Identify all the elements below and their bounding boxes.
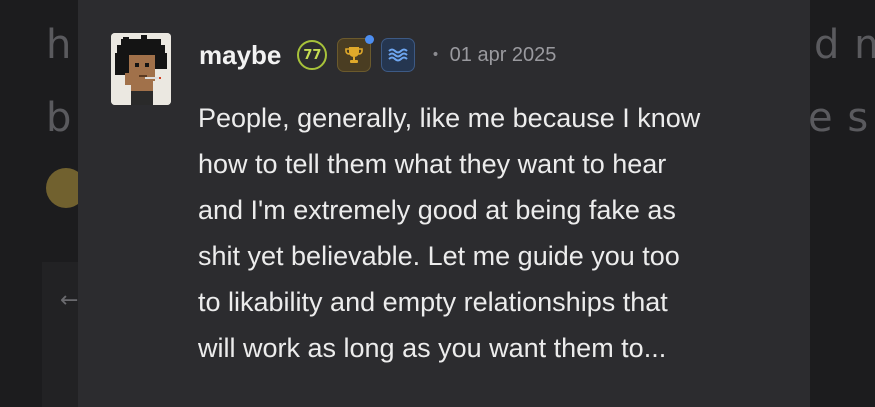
background-text: b — [46, 95, 73, 141]
comment-text-line: People, generally, like me because I kno… — [198, 103, 701, 133]
notification-dot — [365, 35, 375, 44]
avatar[interactable] — [111, 33, 171, 105]
background-text: h — [46, 22, 73, 68]
comment-text-line: will work as long as you want them to... — [198, 333, 667, 363]
separator-dot: • — [431, 47, 440, 63]
pixel-avatar-icon — [111, 33, 171, 105]
background-text: e s — [808, 95, 870, 141]
waves-icon — [388, 48, 409, 62]
screen: h b d m e s ← maybe 77 • 01 apr 2025 Peo… — [0, 0, 875, 407]
username[interactable]: maybe — [199, 40, 281, 71]
comment-header: maybe 77 • 01 apr 2025 — [199, 35, 557, 73]
comment-text-line: how to tell them what they want to hear — [198, 149, 667, 179]
trophy-badge[interactable] — [337, 35, 375, 72]
comment-card: maybe 77 • 01 apr 2025 People, generally… — [78, 0, 810, 407]
level-badge[interactable]: 77 — [297, 40, 328, 70]
comment-body: People, generally, like me because I kno… — [198, 95, 788, 371]
trophy-icon — [345, 47, 364, 63]
waves-badge[interactable] — [381, 38, 416, 72]
comment-text-line: and I'm extremely good at being fake as — [198, 195, 676, 225]
post-date: 01 apr 2025 — [449, 43, 557, 66]
back-arrow-icon: ← — [60, 288, 79, 313]
comment-text-line: shit yet believable. Let me guide you to… — [198, 241, 680, 271]
comment-text-line: to likability and empty relationships th… — [198, 287, 668, 317]
background-text: d m — [814, 22, 875, 68]
